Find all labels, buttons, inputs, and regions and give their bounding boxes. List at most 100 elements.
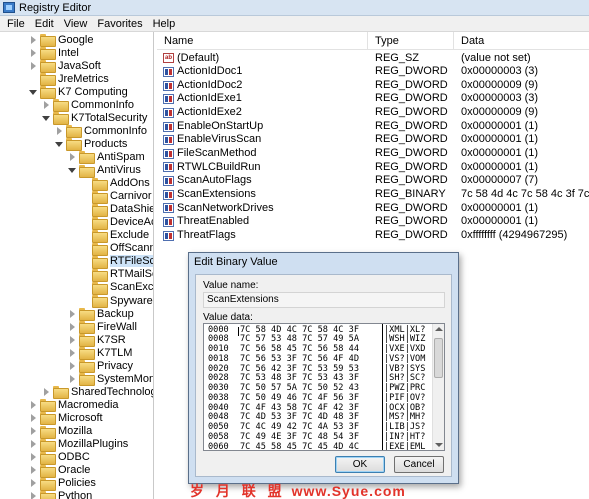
expand-arrow-icon[interactable] [68, 361, 76, 370]
hex-scrollbar[interactable] [432, 324, 444, 450]
tree-node[interactable]: Intel [29, 46, 79, 61]
registry-value-row[interactable]: ScanExtensions REG_BINARY 7c 58 4d 4c 7c 5… [157, 188, 589, 202]
tree-node[interactable]: OffScann [81, 242, 153, 256]
tree-node[interactable]: RTMailSc [81, 268, 153, 282]
registry-value-row[interactable]: ab (Default) REG_SZ (value not set) [157, 52, 589, 66]
tree-node[interactable]: JreMetrics [29, 72, 109, 87]
registry-value-row[interactable]: ActionIdExe1 REG_DWORD 0x00000003 (3) [157, 92, 589, 106]
cancel-button[interactable]: Cancel [394, 456, 444, 473]
collapse-arrow-icon[interactable] [42, 114, 50, 122]
hex-row: 0038 7C 50 49 46 7C 4F 56 3F |PIF|OV? [208, 393, 425, 404]
expand-arrow-icon[interactable] [29, 61, 37, 70]
expand-arrow-icon[interactable] [29, 492, 37, 499]
registry-value-row[interactable]: EnableVirusScan REG_DWORD 0x00000001 (1) [157, 133, 589, 147]
registry-value-row[interactable]: ActionIdDoc1 REG_DWORD 0x00000003 (3) [157, 65, 589, 79]
hex-offset: 0048 [208, 412, 229, 423]
tree-node[interactable]: Exclude [81, 229, 149, 243]
tree-node[interactable]: JavaSoft [29, 59, 101, 74]
folder-icon [40, 451, 56, 465]
tree-node[interactable]: Policies [29, 477, 96, 491]
registry-value-row[interactable]: ScanNetworkDrives REG_DWORD 0x00000001 (1) [157, 202, 589, 216]
registry-value-row[interactable]: EnableOnStartUp REG_DWORD 0x00000001 (1) [157, 120, 589, 134]
registry-value-row[interactable]: ScanAutoFlags REG_DWORD 0x00000007 (7) [157, 174, 589, 188]
tree-node[interactable]: RTFileSca [81, 255, 153, 269]
tree-node[interactable]: Backup [68, 307, 134, 322]
scroll-down-icon[interactable] [435, 443, 443, 447]
hex-ascii: |PWZ|PRC [384, 383, 426, 393]
tree-node[interactable]: AddOns [81, 177, 150, 191]
tree-node[interactable]: K7TotalSecurity [42, 111, 147, 126]
tree-node[interactable]: CommonInfo [42, 98, 134, 113]
tree-node[interactable]: ODBC [29, 451, 90, 465]
registry-value-row[interactable]: ActionIdDoc2 REG_DWORD 0x00000009 (9) [157, 79, 589, 93]
tree-node[interactable]: Python [29, 490, 92, 499]
collapse-arrow-icon[interactable] [55, 140, 63, 148]
tree-node[interactable]: Microsoft [29, 411, 103, 426]
expand-arrow-icon[interactable] [55, 126, 63, 135]
registry-value-row[interactable]: FileScanMethod REG_DWORD 0x00000001 (1) [157, 147, 589, 161]
tree-node-label: Carnivor [110, 190, 152, 203]
tree-node[interactable]: K7 Computing [29, 85, 128, 100]
value-name-field[interactable]: ScanExtensions [203, 292, 445, 308]
menu-help[interactable]: Help [148, 18, 181, 30]
expand-arrow-icon[interactable] [42, 387, 50, 396]
tree-node[interactable]: Macromedia [29, 398, 119, 413]
column-header-data[interactable]: Data [454, 32, 589, 50]
expand-arrow-icon[interactable] [68, 348, 76, 357]
column-header-type[interactable]: Type [368, 32, 454, 50]
menu-view[interactable]: View [59, 18, 93, 30]
tree-node[interactable]: SystemMoni [68, 372, 153, 387]
collapse-arrow-icon[interactable] [68, 166, 76, 174]
menu-edit[interactable]: Edit [30, 18, 59, 30]
expand-arrow-icon[interactable] [29, 413, 37, 422]
column-header-name[interactable]: Name [157, 32, 368, 50]
value-data-hex-editor[interactable]: 00687C 44 52 56 7C 44 4F 54|DRV|DOT00607… [203, 323, 445, 451]
tree-node[interactable]: FireWall [68, 320, 137, 335]
tree-node[interactable]: DeviceAc [81, 216, 153, 230]
tree-node[interactable]: K7TLM [68, 346, 132, 361]
tree-node[interactable]: K7SR [68, 333, 126, 348]
registry-value-row[interactable]: RTWLCBuildRun REG_DWORD 0x00000001 (1) [157, 161, 589, 175]
expand-arrow-icon[interactable] [29, 466, 37, 475]
tree-node[interactable]: DataShie [81, 203, 153, 217]
scroll-thumb[interactable] [434, 338, 443, 378]
registry-value-row[interactable]: ThreatFlags REG_DWORD 0xffffffff (42949672… [157, 229, 589, 243]
collapse-arrow-icon[interactable] [29, 88, 37, 96]
expand-arrow-icon[interactable] [68, 322, 76, 331]
registry-value-row[interactable]: ThreatEnabled REG_DWORD 0x00000001 (1) [157, 215, 589, 229]
expand-arrow-icon[interactable] [29, 453, 37, 462]
menu-file[interactable]: File [2, 18, 30, 30]
expand-arrow-icon[interactable] [42, 100, 50, 109]
ok-button[interactable]: OK [335, 456, 385, 473]
expand-arrow-icon[interactable] [68, 152, 76, 161]
registry-value-row[interactable]: ActionIdExe2 REG_DWORD 0x00000009 (9) [157, 106, 589, 120]
expand-arrow-icon[interactable] [68, 309, 76, 318]
expand-arrow-icon[interactable] [29, 48, 37, 57]
expand-arrow-icon [81, 192, 89, 200]
expand-arrow-icon[interactable] [29, 440, 37, 449]
expand-arrow-icon[interactable] [29, 35, 37, 44]
tree-node[interactable]: SpywareI [81, 294, 153, 308]
expand-arrow-icon[interactable] [68, 374, 76, 383]
tree-node[interactable]: ScanExce [81, 281, 153, 295]
tree-node[interactable]: MozillaPlugins [29, 438, 128, 452]
menu-favorites[interactable]: Favorites [92, 18, 147, 30]
expand-arrow-icon[interactable] [68, 335, 76, 344]
expand-arrow-icon[interactable] [29, 400, 37, 409]
tree-node[interactable]: Products [55, 137, 127, 152]
registry-key-tree[interactable]: Google Intel JavaSoft JreMetrics K7 Computin… [0, 32, 154, 499]
folder-icon [40, 464, 56, 478]
tree-node[interactable]: CommonInfo [55, 124, 147, 139]
tree-node[interactable]: Oracle [29, 464, 90, 478]
tree-node[interactable]: AntiVirus [68, 164, 141, 178]
tree-node[interactable]: AntiSpam [68, 150, 145, 165]
tree-node[interactable]: Google [29, 33, 93, 47]
tree-node[interactable]: Mozilla [29, 425, 92, 439]
tree-node[interactable]: SharedTechnology [42, 385, 153, 400]
scroll-up-icon[interactable] [435, 327, 443, 331]
tree-node[interactable]: Carnivor [81, 190, 152, 204]
tree-node[interactable]: Privacy [68, 359, 133, 374]
expand-arrow-icon[interactable] [29, 427, 37, 435]
expand-arrow-icon[interactable] [29, 479, 37, 488]
folder-icon [92, 295, 108, 308]
